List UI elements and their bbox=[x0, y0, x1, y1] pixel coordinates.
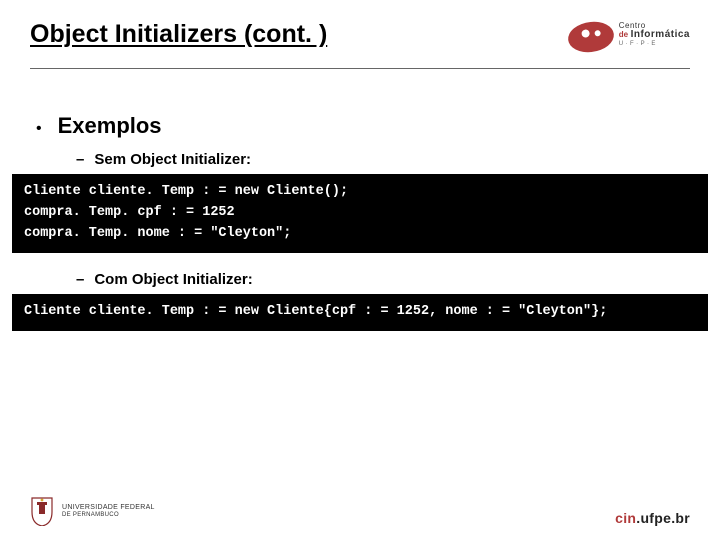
logo-line3: U · F · P · E bbox=[619, 41, 690, 47]
logo-line2a: de bbox=[619, 30, 628, 39]
header: Object Initializers (cont. ) Centro de I… bbox=[30, 14, 690, 64]
dash-icon: – bbox=[76, 271, 84, 288]
section-row: • Exemplos bbox=[36, 113, 690, 151]
divider bbox=[30, 68, 690, 69]
sub1-row: – Sem Object Initializer: bbox=[30, 151, 690, 168]
ufpe-crest-icon bbox=[30, 496, 54, 526]
section-title: Exemplos bbox=[58, 113, 162, 139]
code-block-1: Cliente cliente. Temp : = new Cliente();… bbox=[12, 174, 708, 253]
slide: Object Initializers (cont. ) Centro de I… bbox=[0, 0, 720, 540]
ufpe-line2: DE PERNAMBUCO bbox=[62, 512, 155, 519]
logo-blob-icon bbox=[567, 20, 616, 55]
sub2-row: – Com Object Initializer: bbox=[30, 271, 690, 288]
sub2-label: Com Object Initializer: bbox=[94, 271, 252, 288]
logo-line2b: Informática bbox=[631, 29, 690, 40]
footer-right-url: cin.ufpe.br bbox=[615, 510, 690, 526]
logo-text: Centro de Informática U · F · P · E bbox=[619, 22, 690, 47]
logo-centro-informatica: Centro de Informática U · F · P · E bbox=[550, 16, 690, 64]
code-block-2: Cliente cliente. Temp : = new Cliente{cp… bbox=[12, 294, 708, 331]
page-title: Object Initializers (cont. ) bbox=[30, 14, 327, 49]
footer-left: UNIVERSIDADE FEDERAL DE PERNAMBUCO bbox=[30, 496, 155, 526]
bullet-icon: • bbox=[36, 121, 42, 137]
sub1-label: Sem Object Initializer: bbox=[94, 151, 251, 168]
domain-text: .ufpe.br bbox=[636, 510, 690, 526]
dash-icon: – bbox=[76, 151, 84, 168]
ufpe-line1: UNIVERSIDADE FEDERAL bbox=[62, 504, 155, 512]
brand-text: cin bbox=[615, 510, 636, 526]
ufpe-text: UNIVERSIDADE FEDERAL DE PERNAMBUCO bbox=[62, 504, 155, 519]
footer: UNIVERSIDADE FEDERAL DE PERNAMBUCO cin.u… bbox=[30, 496, 690, 526]
